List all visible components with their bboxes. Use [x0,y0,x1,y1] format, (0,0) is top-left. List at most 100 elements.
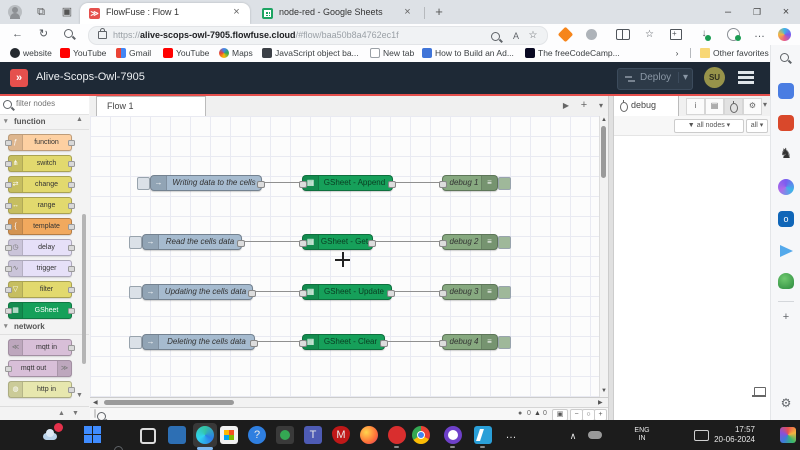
sidebar-copilot-icon[interactable] [778,179,794,195]
inject-node[interactable]: → Writing data to the cells [150,175,262,191]
debug-toggle-button[interactable] [498,336,511,349]
inject-button[interactable] [129,336,142,349]
inject-node[interactable]: → Read the cells data [142,234,242,250]
debug-clear-button[interactable]: all ▾ [746,119,768,133]
chrome-icon[interactable] [412,426,430,444]
gsheet-get-node[interactable]: ▦ GSheet - Get [302,234,373,250]
inject-node[interactable]: → Deleting the cells data [142,334,255,350]
mcafee-icon[interactable]: M [332,426,350,444]
workspaces-icon[interactable]: ⧉ [34,5,48,19]
sidebar-tree-icon[interactable] [778,273,794,289]
tab-search-icon[interactable]: ▣ [60,5,74,19]
widgets-icon[interactable] [42,426,60,444]
app-red-icon[interactable] [388,426,406,444]
main-menu-icon[interactable] [738,71,754,84]
scroll-up-icon[interactable]: ▲ [601,117,607,123]
app-node-icon[interactable] [168,426,186,444]
scroll-right-icon[interactable]: ▶ [598,399,603,406]
firefox-icon[interactable] [360,426,378,444]
tab-scroll-right-icon[interactable]: ▶ [558,98,574,113]
address-bar[interactable]: https://alive-scops-owl-7905.flowfuse.cl… [88,26,548,45]
inject-button[interactable] [129,236,142,249]
more-options-icon[interactable]: … [752,27,767,42]
sidebar-tools-icon[interactable] [778,115,794,131]
user-avatar[interactable]: SU [704,67,725,88]
sidebar-games-icon[interactable]: ♞ [778,145,794,161]
extension-icon[interactable] [586,29,597,40]
debug-toggle-button[interactable] [498,236,511,249]
vertical-scrollbar[interactable]: ▲ ▼ [599,116,608,397]
sidebar-shopping-icon[interactable] [778,83,794,99]
palette-node-trigger[interactable]: ∿trigger [8,260,72,277]
palette-search-input[interactable] [14,98,88,109]
palette-node-mqtt-in[interactable]: ≪mqtt in [8,339,72,356]
close-tab-icon[interactable]: × [230,6,243,19]
tab-debug[interactable]: debug [614,96,679,116]
inject-button[interactable] [129,286,142,299]
palette-node-change[interactable]: ⇄change [8,176,72,193]
palette-node-template[interactable]: {template [8,218,72,235]
debug-toggle-button[interactable] [498,286,511,299]
close-window-button[interactable]: × [773,0,799,24]
search-icon[interactable] [62,27,77,42]
scroll-left-icon[interactable]: ◀ [93,399,98,406]
sidebar-more-icon[interactable]: ▾ [761,98,769,113]
store-icon[interactable] [220,426,238,444]
deploy-options-icon[interactable]: ▾ [678,72,688,83]
tab-flowfuse[interactable]: FlowFuse : Flow 1 × [80,3,250,24]
refresh-icon[interactable]: ↻ [36,27,51,42]
inject-button[interactable] [137,177,150,190]
inject-node[interactable]: → Updating the cells data [142,284,253,300]
palette-search[interactable] [0,96,89,115]
close-tab-icon[interactable]: × [401,6,414,19]
help-tab-icon[interactable]: ▤ [705,98,724,115]
start-button[interactable] [84,426,102,444]
sidebar-dock-icon[interactable] [752,384,767,398]
palette-node-function[interactable]: ƒfunction [8,134,72,151]
quick-assist-icon[interactable]: ? [248,426,266,444]
bookmarks-overflow-icon[interactable]: › [672,47,682,60]
gsheet-clear-node[interactable]: ▦ GSheet - Clear [302,334,385,350]
teams-icon[interactable]: T [304,426,322,444]
browser-profile-icon[interactable] [8,5,22,19]
debug-filter-button[interactable]: ▼ all nodes ▾ [674,119,744,133]
flow-tab[interactable]: Flow 1 [96,96,206,116]
sidebar-settings-icon[interactable]: ⚙ [778,395,794,411]
gsheet-update-node[interactable]: ▦ GSheet - Update [302,284,392,300]
sidebar-add-icon[interactable]: + [778,309,794,325]
language-indicator[interactable]: ENGIN [632,427,652,443]
expand-all-icon[interactable]: ▼ [72,410,79,417]
deploy-button[interactable]: Deploy ▾ [617,68,693,90]
sidebar-outlook-icon[interactable]: o [778,211,794,227]
meet-icon[interactable] [276,426,294,444]
favorite-star-icon[interactable]: ☆ [527,31,539,41]
github-icon[interactable] [444,426,462,444]
onedrive-icon[interactable] [588,431,602,439]
collapse-all-icon[interactable]: ▲ [58,410,65,417]
metamask-icon[interactable] [558,27,574,43]
taskbar-search-icon[interactable] [112,444,130,450]
palette-node-range[interactable]: ↔range [8,197,72,214]
edge-active-slot[interactable] [193,423,217,447]
palette-node-switch[interactable]: ⋔switch [8,155,72,172]
info-tab-icon[interactable]: i [686,98,705,115]
canvas-search-icon[interactable] [94,409,96,418]
new-tab-icon[interactable]: + [432,5,446,19]
scroll-down-icon[interactable]: ▼ [601,388,607,394]
taskbar-more-icon[interactable]: … [502,426,520,444]
back-icon[interactable]: ← [10,27,25,42]
palette-scrollbar[interactable] [82,118,86,398]
debug-node[interactable]: ≡ debug 3 [442,284,498,300]
debug-tab-icon[interactable] [724,98,743,115]
flow-canvas[interactable]: → Writing data to the cells ▦ GSheet - A… [90,116,608,397]
favorites-bar-icon[interactable]: ☆ [642,27,657,42]
debug-node[interactable]: ≡ debug 2 [442,234,498,250]
palette-node-http-in[interactable]: ◍http in [8,381,72,398]
split-screen-icon[interactable] [616,29,630,40]
clock[interactable]: 17:5720-06-2024 [700,425,755,445]
palette-node-mqtt-out[interactable]: ≫mqtt out [8,360,72,377]
collections-icon[interactable] [670,29,682,40]
flow-list-icon[interactable]: ▾ [593,98,609,113]
browser-essentials-icon[interactable] [727,28,740,41]
palette-node-delay[interactable]: ◷delay [8,239,72,256]
